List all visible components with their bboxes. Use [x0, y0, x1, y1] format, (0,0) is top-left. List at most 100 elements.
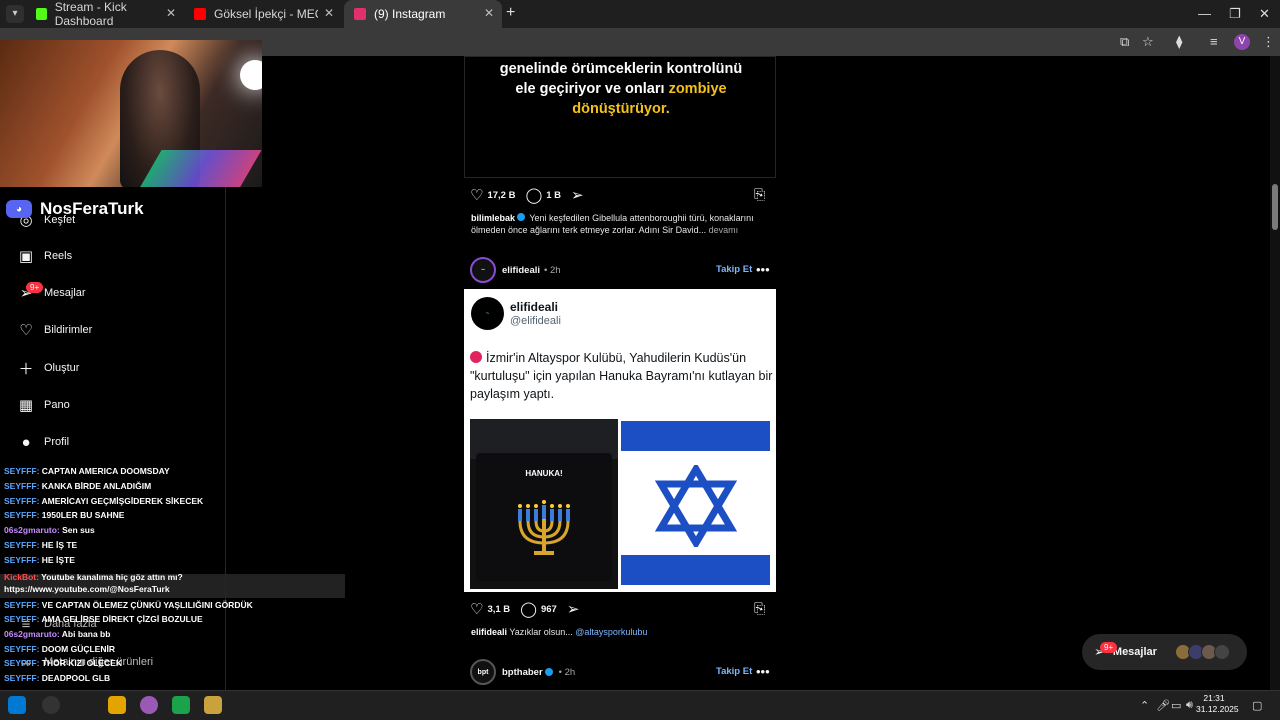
close-icon[interactable]: ✕ — [166, 6, 176, 20]
chat-text: Sen sus — [62, 525, 95, 535]
post-username[interactable]: elifideali — [502, 265, 540, 276]
more-options-icon[interactable]: ••• — [756, 262, 770, 277]
sidebar-item-create[interactable]: ＋ Oluştur — [16, 356, 79, 380]
tweet-avatar: ~ — [471, 297, 504, 330]
menu-icon[interactable]: ⋮ — [1262, 34, 1275, 50]
chat-username: SEYFFF: — [4, 600, 40, 610]
bookmark-icon[interactable]: ⎘ — [754, 600, 765, 617]
post-time: • 2h — [558, 666, 576, 678]
sidebar-item-label: Reels — [44, 250, 73, 262]
profile-avatar[interactable]: V — [1234, 34, 1250, 50]
chat-text: 1950LER BU SAHNE — [41, 510, 125, 520]
tweet-image-hanuka: HANUKA! — [470, 419, 618, 589]
share-icon[interactable]: ➢ — [571, 186, 584, 204]
caption-username[interactable]: elifideali — [471, 627, 507, 637]
post-caption: bilimlebak Yeni keşfedilen Gibellula att… — [471, 212, 771, 236]
bookmark-star-icon[interactable]: ☆ — [1142, 34, 1154, 50]
tweet-body: İzmir'in Altayspor Kulübü, Yahudilerin K… — [470, 351, 773, 401]
chat-message: SEYFFF: HE İŞ TE — [4, 540, 77, 550]
close-icon[interactable]: ✕ — [324, 6, 334, 20]
network-icon[interactable]: ▭ — [1171, 699, 1181, 712]
tab-search-button[interactable]: ▾ — [6, 5, 24, 23]
new-tab-button[interactable]: + — [506, 4, 515, 22]
comment-icon[interactable]: ◯ — [525, 186, 542, 204]
chat-username: SEYFFF: — [4, 555, 40, 565]
search-icon[interactable] — [42, 696, 60, 714]
chat-text: CAPTAN AMERICA DOOMSDAY — [41, 466, 170, 476]
extensions-icon[interactable]: ⧫ — [1176, 34, 1182, 50]
post-image-tweet[interactable]: ~ elifideali @elifideali İzmir'in Altays… — [464, 289, 776, 592]
chat-text: HE İŞTE — [41, 555, 75, 565]
heart-icon: ♡ — [19, 322, 33, 339]
sidebar-item-notifications[interactable]: ♡ Bildirimler — [16, 318, 92, 342]
image-caption: genelinde örümceklerin kontrolünü ele ge… — [465, 57, 777, 119]
chat-message: SEYFFF: HE İŞTE — [4, 555, 75, 565]
close-window-button[interactable]: ✕ — [1259, 6, 1270, 22]
lamp — [240, 60, 262, 90]
file-explorer-icon[interactable] — [108, 696, 126, 714]
discord-icon: ◕ — [6, 200, 32, 218]
caption-username[interactable]: bilimlebak — [471, 213, 515, 223]
avatar[interactable]: ~ — [470, 257, 496, 283]
sidebar-item-reels[interactable]: ▣ Reels — [16, 244, 72, 268]
more-options-icon[interactable]: ••• — [756, 664, 770, 679]
scrollbar[interactable] — [1270, 56, 1280, 690]
scrollbar-thumb[interactable] — [1272, 184, 1278, 230]
dashboard-icon: ▦ — [18, 397, 34, 414]
tab-kick-dashboard[interactable]: Stream - Kick Dashboard ✕ — [26, 0, 184, 28]
app-icon[interactable] — [172, 696, 190, 714]
tab-title: Stream - Kick Dashboard — [54, 0, 127, 28]
volume-icon[interactable]: 🔊︎ — [1186, 699, 1193, 712]
share-icon[interactable]: ➢ — [567, 600, 580, 618]
media-control-icon[interactable]: ≡ — [1210, 34, 1218, 49]
comment-count: 967 — [540, 603, 557, 615]
tab-instagram[interactable]: (9) Instagram ✕ — [344, 0, 502, 28]
tweet-text: İzmir'in Altayspor Kulübü, Yahudilerin K… — [470, 349, 775, 403]
close-icon[interactable]: ✕ — [484, 6, 494, 20]
chat-message: 06s2gmaruto: Sen sus — [4, 525, 95, 535]
image-caption-highlight: dönüştürüyor. — [572, 101, 670, 117]
chrome-icon[interactable] — [140, 696, 158, 714]
like-icon[interactable]: ♡ — [470, 600, 483, 618]
caption-more-link[interactable]: devamı — [709, 225, 739, 235]
like-icon[interactable]: ♡ — [470, 186, 483, 204]
post-username[interactable]: bpthaber — [502, 667, 543, 678]
windows-start-icon[interactable] — [8, 696, 26, 714]
comment-icon[interactable]: ◯ — [520, 600, 537, 618]
tweet-handle: @elifideali — [510, 315, 561, 327]
notification-icon[interactable]: ▢ — [1252, 699, 1262, 712]
clock-time: 21:31 — [1203, 693, 1225, 703]
hanuka-title: HANUKA! — [525, 469, 563, 478]
tab-title: Göksel İpekçi - MECBURUM — [214, 7, 318, 21]
instagram-icon — [354, 8, 366, 20]
post-caption: elifideali Yazıklar olsun... @altayspork… — [471, 626, 771, 638]
chat-text: AMERİCAYI GEÇMİŞGİDEREK SİKECEK — [41, 496, 204, 506]
restore-button[interactable]: ❐ — [1229, 6, 1241, 22]
chat-text: Abi bana bb — [61, 629, 111, 639]
comment-count: 1 B — [546, 189, 562, 201]
sidebar-item-dashboard[interactable]: ▦ Pano — [16, 393, 70, 417]
chat-text: VE CAPTAN ÖLEMEZ ÇÜNKÜ YAŞLILIĞINI GÖRDÜ… — [41, 600, 253, 610]
avatar[interactable]: bpt — [470, 659, 496, 685]
chevron-up-icon[interactable]: ⌃ — [1140, 699, 1149, 712]
follow-button[interactable]: Takip Et — [716, 666, 752, 677]
microphone-icon[interactable]: 🎤︎ — [1156, 699, 1170, 712]
image-caption-line: genelinde örümceklerin kontrolünü — [499, 61, 743, 77]
tab-youtube[interactable]: Göksel İpekçi - MECBURUM ✕ — [184, 0, 342, 28]
sidebar-item-profile[interactable]: ● Profil — [16, 430, 69, 454]
post-actions: ♡ 17,2 B ◯ 1 B ➢ — [470, 186, 588, 204]
follow-button[interactable]: Takip Et — [716, 264, 752, 275]
chat-message: SEYFFF: THOR KIZI OLECEK — [4, 658, 122, 668]
game-icon[interactable] — [204, 696, 222, 714]
profile-avatar-icon: ● — [21, 433, 31, 451]
menorah-icon — [518, 500, 570, 555]
post-header: bpt bpthaber • 2h — [470, 659, 575, 685]
image-caption-highlight: zombiye — [668, 81, 727, 97]
minimize-button[interactable]: — — [1198, 6, 1211, 21]
chat-text: THOR KIZI OLECEK — [41, 658, 123, 668]
bookmark-icon[interactable]: ⎘ — [754, 186, 765, 203]
post-image[interactable]: genelinde örümceklerin kontrolünü ele ge… — [464, 56, 776, 178]
system-clock[interactable]: 21:31 31.12.2025 — [1196, 693, 1239, 715]
caption-mention-link[interactable]: @altaysporkulubu — [575, 627, 647, 637]
install-app-icon[interactable]: ⧉ — [1120, 34, 1129, 50]
